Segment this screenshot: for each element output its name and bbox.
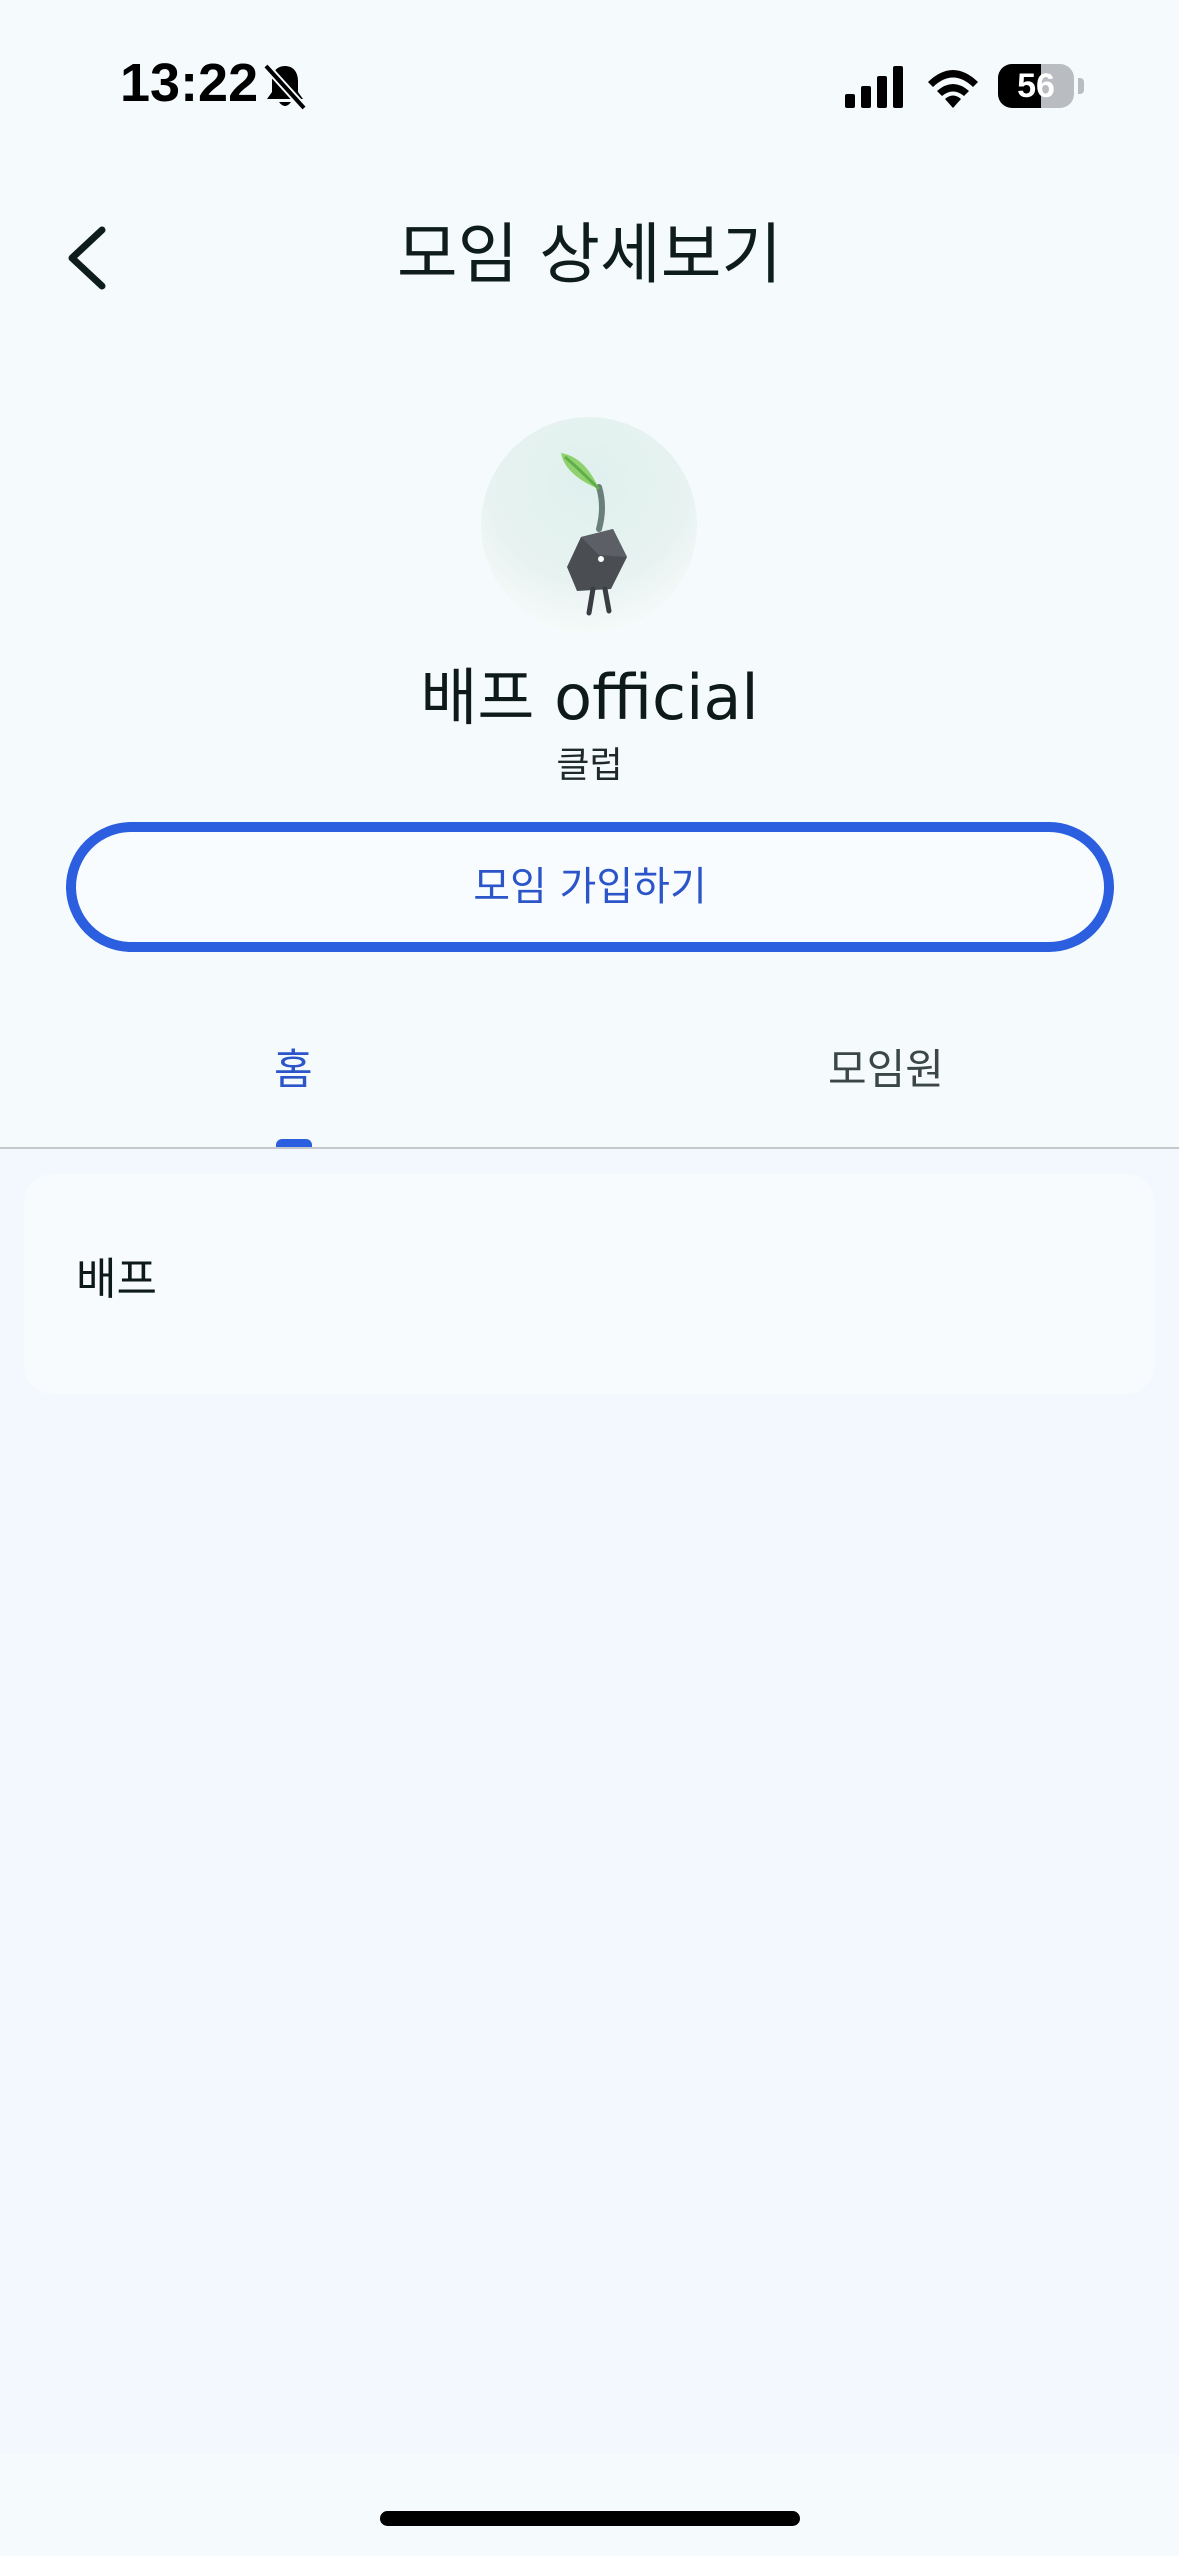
sprout-character-image (561, 453, 627, 616)
battery-indicator: 56 (998, 64, 1076, 108)
status-time: 13:22 (120, 53, 259, 113)
home-indicator[interactable] (380, 2511, 800, 2526)
cellular-signal-icon (845, 66, 903, 108)
battery-cap (1078, 78, 1084, 94)
intro-text: 배프 (76, 1254, 157, 1305)
page-title: 모임 상세보기 (396, 216, 783, 293)
wifi-icon (928, 70, 978, 108)
bottom-area (0, 2454, 1179, 2556)
tab-divider (0, 1147, 1179, 1149)
battery-body: 56 (998, 64, 1074, 108)
tab-members[interactable]: 모임원 (828, 1040, 944, 1100)
intro-card (24, 1174, 1154, 1394)
join-group-button[interactable]: 모임 가입하기 (66, 822, 1114, 952)
group-name: 배프 official (420, 661, 759, 734)
bell-off-icon (263, 63, 307, 111)
group-type-label: 클럽 (556, 745, 623, 786)
tab-home[interactable]: 홈 (274, 1040, 313, 1100)
battery-level: 56 (1017, 67, 1055, 105)
group-avatar (481, 417, 697, 633)
